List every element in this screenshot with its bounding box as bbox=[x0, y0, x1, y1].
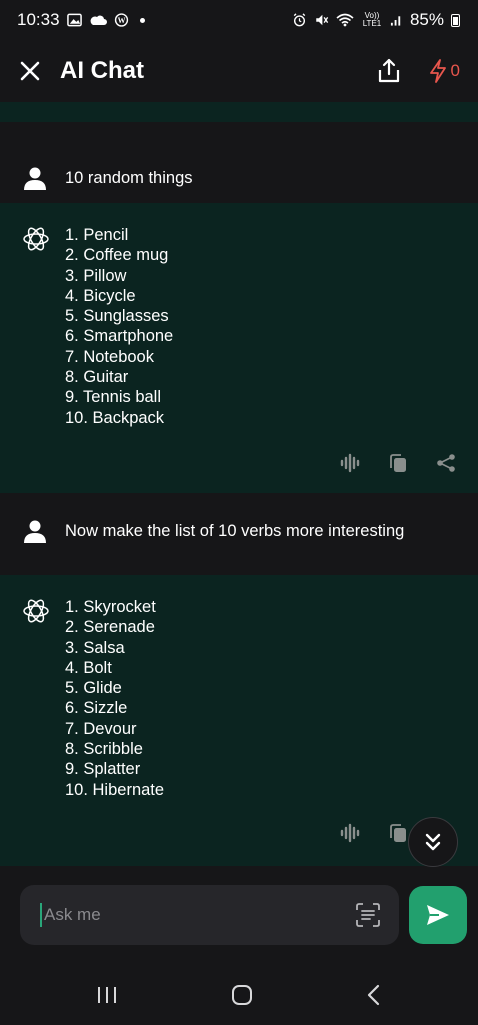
share-message-button[interactable] bbox=[436, 453, 456, 473]
svg-text:W: W bbox=[117, 16, 125, 25]
system-nav-bar bbox=[0, 965, 478, 1025]
close-button[interactable] bbox=[18, 59, 42, 83]
credits-count: 0 bbox=[450, 61, 460, 80]
home-icon[interactable] bbox=[231, 984, 253, 1006]
list-item: 1. Skyrocket bbox=[65, 598, 156, 616]
list-item: 10. Backpack bbox=[65, 408, 165, 427]
list-item: 5. Glide bbox=[65, 679, 122, 698]
send-button[interactable] bbox=[409, 886, 467, 944]
list-item: 10. Hibernate bbox=[65, 780, 165, 799]
scroll-to-bottom-button[interactable] bbox=[408, 817, 458, 867]
network-label: Vo)) LTE1 bbox=[362, 11, 382, 28]
ai-response-list: 1. Pencil 2. Coffee mug 3. Pillow 4. Bic… bbox=[65, 225, 173, 428]
alarm-icon bbox=[293, 13, 306, 27]
list-item: 3. Pillow bbox=[65, 266, 127, 285]
status-bar: 10:33 W Vo)) LTE1 85% bbox=[0, 0, 478, 40]
ai-message: 1. Skyrocket 2. Serenade 3. Salsa 4. Bol… bbox=[0, 575, 478, 866]
send-icon bbox=[427, 905, 449, 925]
battery-percent: 85% bbox=[409, 10, 444, 29]
ai-response-list: 1. Skyrocket 2. Serenade 3. Salsa 4. Bol… bbox=[65, 597, 164, 800]
previous-message-strip bbox=[0, 102, 478, 122]
battery-icon bbox=[451, 13, 460, 27]
share-button[interactable] bbox=[375, 57, 403, 85]
status-time: 10:33 bbox=[17, 10, 60, 29]
audio-button[interactable] bbox=[340, 453, 360, 473]
message-actions bbox=[340, 453, 456, 473]
list-item: 3. Salsa bbox=[65, 638, 125, 657]
ai-message: 1. Pencil 2. Coffee mug 3. Pillow 4. Bic… bbox=[0, 203, 478, 493]
ai-atom-icon bbox=[23, 227, 49, 251]
wifi-icon bbox=[336, 13, 354, 27]
audio-wave-icon bbox=[340, 823, 360, 843]
list-item: 5. Sunglasses bbox=[65, 307, 169, 326]
list-item: 2. Coffee mug bbox=[65, 246, 169, 265]
copy-icon bbox=[390, 454, 406, 472]
copy-button[interactable] bbox=[388, 823, 408, 843]
user-message: 10 random things bbox=[0, 122, 478, 203]
cloud-icon bbox=[90, 15, 107, 25]
audio-button[interactable] bbox=[340, 823, 360, 843]
signal-icon bbox=[390, 16, 401, 26]
wordpress-icon: W bbox=[114, 13, 128, 27]
share-icon bbox=[378, 58, 399, 83]
scan-text-icon[interactable] bbox=[355, 902, 381, 928]
close-icon bbox=[20, 61, 40, 81]
page-title: AI Chat bbox=[60, 57, 144, 84]
list-item: 8. Guitar bbox=[65, 368, 129, 387]
list-item: 2. Serenade bbox=[65, 618, 155, 637]
back-icon[interactable] bbox=[366, 984, 382, 1006]
list-item: 4. Bicycle bbox=[65, 286, 136, 305]
user-message-text: Now make the list of 10 verbs more inter… bbox=[65, 522, 405, 540]
app-header: AI Chat 0 bbox=[0, 42, 478, 100]
list-item: 9. Tennis ball bbox=[65, 388, 162, 407]
dot-icon bbox=[139, 17, 145, 23]
lightning-icon bbox=[429, 59, 446, 83]
user-avatar-icon bbox=[24, 520, 46, 543]
list-item: 8. Scribble bbox=[65, 740, 143, 759]
list-item: 9. Splatter bbox=[65, 760, 141, 779]
audio-wave-icon bbox=[340, 453, 360, 473]
user-avatar-icon bbox=[24, 167, 46, 190]
list-item: 6. Smartphone bbox=[65, 327, 174, 346]
chat-input-bar[interactable]: Ask me bbox=[20, 885, 399, 945]
double-chevron-down-icon bbox=[425, 833, 441, 851]
list-item: 7. Devour bbox=[65, 719, 137, 738]
user-message-text: 10 random things bbox=[65, 169, 193, 187]
credits-button[interactable]: 0 bbox=[429, 59, 460, 83]
chat-input[interactable]: Ask me bbox=[44, 905, 355, 925]
list-item: 1. Pencil bbox=[65, 226, 129, 244]
copy-button[interactable] bbox=[388, 453, 408, 473]
list-item: 7. Notebook bbox=[65, 347, 154, 366]
ai-atom-icon bbox=[23, 599, 49, 623]
mute-icon bbox=[316, 14, 329, 26]
copy-icon bbox=[390, 824, 406, 842]
recent-apps-icon[interactable] bbox=[96, 985, 118, 1005]
share-nodes-icon bbox=[437, 454, 455, 472]
chat-area[interactable]: 10 random things 1. Pencil 2. Coffee mug… bbox=[0, 102, 478, 866]
gallery-icon bbox=[66, 13, 82, 27]
user-message: Now make the list of 10 verbs more inter… bbox=[0, 493, 478, 575]
text-cursor bbox=[40, 903, 42, 927]
list-item: 6. Sizzle bbox=[65, 699, 128, 718]
list-item: 4. Bolt bbox=[65, 658, 112, 677]
